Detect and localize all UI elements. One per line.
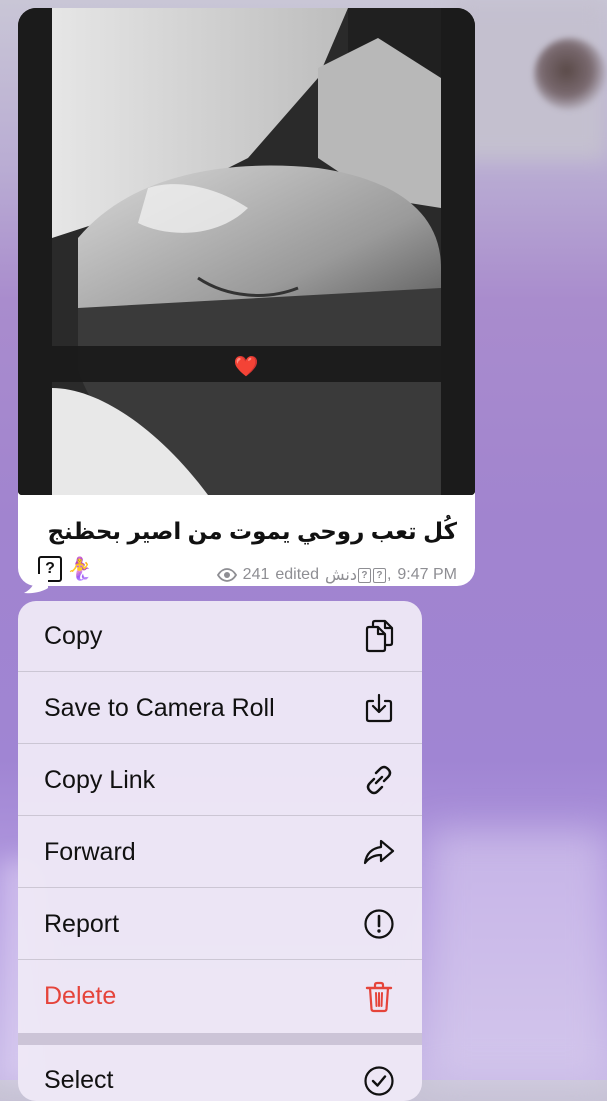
message-time: 9:47 PM — [397, 566, 457, 583]
menu-item-select[interactable]: Select — [18, 1045, 422, 1101]
download-icon — [362, 691, 396, 725]
view-count: 241 — [242, 566, 270, 583]
menu-item-copy-link[interactable]: Copy Link — [18, 745, 422, 816]
mermaid-emoji: 🧜‍♀️ — [66, 556, 94, 581]
eye-icon — [216, 568, 237, 582]
exclamation-circle-icon — [362, 907, 396, 941]
menu-item-label: Copy — [44, 621, 103, 650]
avatar — [534, 38, 606, 110]
link-icon — [362, 763, 396, 797]
menu-item-label: Save to Camera Roll — [44, 693, 275, 722]
menu-item-delete[interactable]: Delete — [18, 961, 422, 1032]
author-signature: دنش ? ?, — [324, 566, 392, 584]
menu-item-label: Select — [44, 1066, 114, 1094]
menu-separator — [18, 1033, 422, 1045]
bubble-tail — [24, 574, 48, 594]
menu-item-forward[interactable]: Forward — [18, 817, 422, 888]
message-photo[interactable]: ❤️ — [18, 8, 475, 495]
background-blur — [430, 830, 607, 1080]
menu-item-label: Report — [44, 909, 120, 938]
menu-item-report[interactable]: Report — [18, 889, 422, 960]
menu-item-copy[interactable]: Copy — [18, 601, 422, 672]
menu-item-label: Copy Link — [44, 765, 156, 794]
menu-item-save-to-camera-roll[interactable]: Save to Camera Roll — [18, 673, 422, 744]
heart-sticker: ❤️ — [234, 355, 259, 378]
message-bubble[interactable]: ❤️ كُل تعب روحي يموت من اصير بحظنج ? 🧜‍♀… — [18, 8, 475, 594]
menu-item-label: Delete — [44, 982, 117, 1010]
forward-icon — [362, 835, 396, 869]
check-circle-icon — [362, 1064, 396, 1098]
photo-image: ❤️ — [18, 8, 475, 495]
context-menu: Copy Save to Camera Roll Copy Link Forwa… — [18, 601, 422, 1101]
message-caption: كُل تعب روحي يموت من اصير بحظنج — [47, 518, 457, 544]
copy-icon — [362, 619, 396, 653]
trash-icon — [362, 980, 396, 1014]
edited-label: edited — [275, 566, 319, 583]
menu-item-label: Forward — [44, 837, 136, 866]
message-meta: 241 edited دنش ? ?, 9:47 PM — [216, 565, 457, 585]
